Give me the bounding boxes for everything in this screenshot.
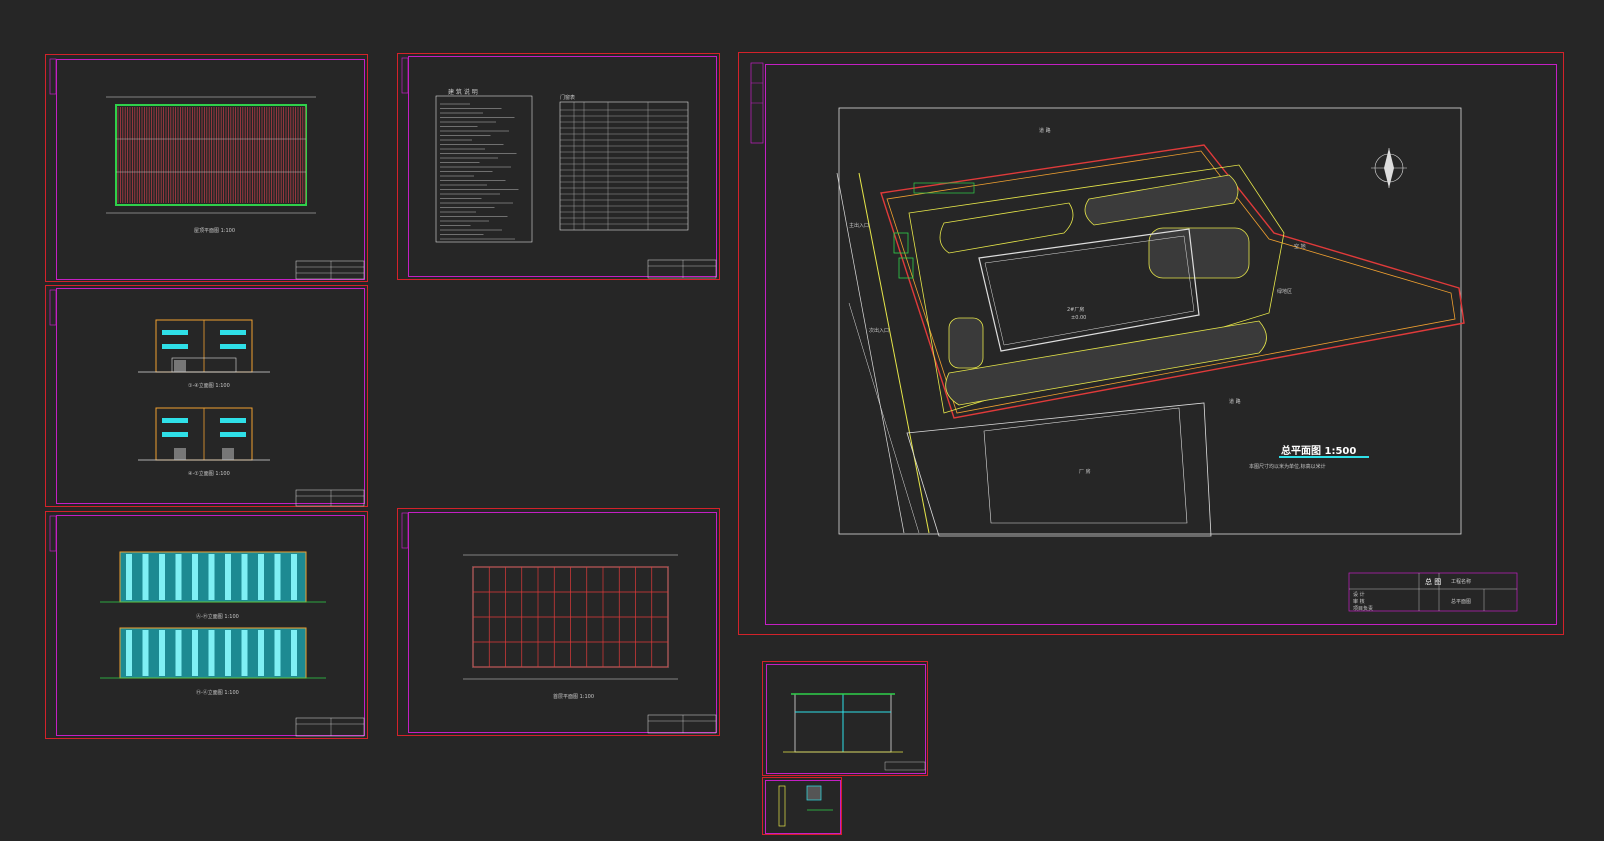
notes-drawing: [401, 57, 717, 279]
east-green-label: 绿地区: [1277, 289, 1293, 295]
sheet-design-notes[interactable]: 建 筑 说 明 门窗表: [397, 53, 720, 280]
long-elevation-top-caption: Ⓐ-Ⓗ立面图 1:100: [196, 614, 239, 620]
site-plan-note: 本图尺寸均以米为单位,标高以米计: [1249, 464, 1326, 470]
sheet-details[interactable]: [762, 777, 842, 835]
factory-label: 厂 房: [1079, 469, 1091, 475]
title-block-row: 设 计: [1353, 592, 1365, 598]
east-vacant-label: 空 地: [1294, 244, 1306, 250]
door-window-table-heading: 门窗表: [560, 95, 576, 101]
end-elevation-bottom-caption: ④-①立面图 1:100: [188, 471, 230, 477]
title-block-row: 审 核: [1353, 599, 1365, 605]
sheet-section[interactable]: [762, 661, 928, 776]
floor-plan-caption: 首层平面图 1:100: [553, 694, 594, 700]
end-elevation-top-caption: ①-④立面图 1:100: [188, 383, 230, 389]
sheet-long-elevations[interactable]: Ⓐ-Ⓗ立面图 1:100 Ⓗ-Ⓐ立面图 1:100: [45, 511, 368, 739]
building-label: 2#厂房: [1067, 307, 1085, 313]
main-entrance-label: 主出入口: [849, 223, 870, 229]
sheet-roof-plan[interactable]: 屋顶平面图 1:100: [45, 54, 368, 282]
roof-plan-drawing: [49, 58, 365, 280]
long-elevation-bottom-caption: Ⓗ-Ⓐ立面图 1:100: [196, 690, 239, 696]
building-elevation-label: ±0.00: [1071, 315, 1087, 321]
title-block-row: 项目负责: [1353, 606, 1374, 612]
details-drawing: [778, 785, 833, 827]
title-block-project: 工程名称: [1451, 579, 1472, 585]
south-road-label: 道 路: [1229, 399, 1241, 405]
roof-plan-caption: 屋顶平面图 1:100: [194, 228, 235, 234]
site-plan-drawing: [750, 62, 1518, 612]
sheet-end-elevations[interactable]: ①-④立面图 1:100 ④-①立面图 1:100: [45, 285, 368, 507]
secondary-entrance-label: 次出入口: [869, 328, 890, 334]
sheet-site-plan[interactable]: 道 路 道 路 空 地 绿地区 厂 房 2#厂房 ±0.00 主出入口 次出入口…: [738, 52, 1564, 635]
floor-plan-drawing: [401, 512, 717, 734]
notes-heading: 建 筑 说 明: [448, 89, 478, 96]
long-elevations-drawing: [49, 515, 365, 737]
section-drawing: [783, 693, 926, 771]
sheet-floor-plan[interactable]: 首层平面图 1:100: [397, 508, 720, 736]
title-block-drawing: 总平面图: [1451, 599, 1472, 605]
north-road-label: 道 路: [1039, 128, 1051, 134]
title-block-code: 总 图: [1425, 578, 1442, 586]
site-plan-title: 总平面图 1:500: [1281, 446, 1357, 457]
